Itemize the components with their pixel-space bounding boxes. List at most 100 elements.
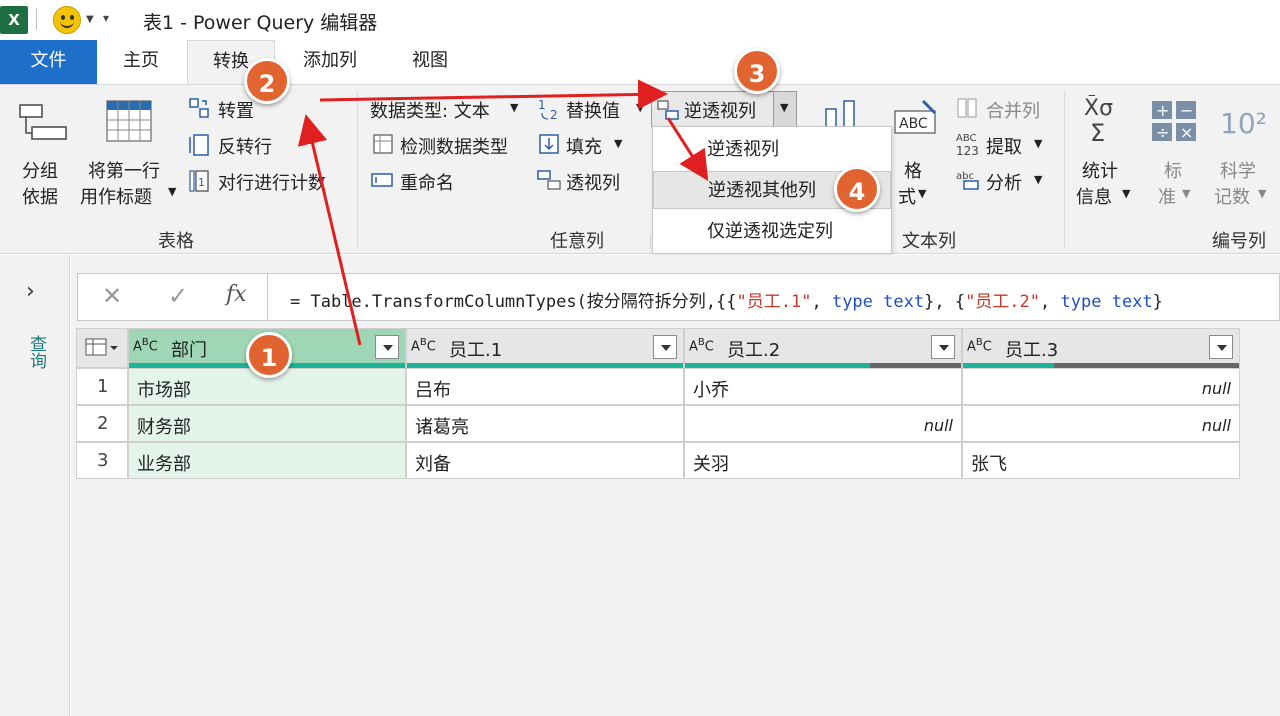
tab-file[interactable]: 文件 [0,40,97,84]
cell-value: 财务部 [137,417,191,438]
format-dropdown-icon[interactable]: ▼ [918,187,926,200]
transpose-button[interactable]: 转置 [218,97,254,123]
reverse-rows-button[interactable]: 反转行 [218,133,272,159]
scientific-button-line1[interactable]: 科学 [1220,157,1256,183]
formula-text[interactable]: = Table.TransformColumnTypes(按分隔符拆分列,{{"… [290,287,1163,312]
statistics-dropdown-icon[interactable]: ▼ [1122,187,1130,200]
cancel-icon[interactable]: ✕ [102,282,122,310]
table-cell[interactable]: 张飞 [962,442,1240,479]
menu-item-unpivot-columns[interactable]: 逆透视列 [653,131,891,169]
table-cell[interactable]: null [962,405,1240,442]
queries-pane-label[interactable]: 查询 [24,335,49,369]
tab-add-column[interactable]: 添加列 [280,40,380,84]
format-button-line1[interactable]: 格 [904,157,922,183]
svg-text:×: × [1180,123,1193,142]
parse-dropdown-icon[interactable]: ▼ [1034,173,1042,186]
window-title: 表1 - Power Query 编辑器 [143,12,378,34]
column-filter-dropdown[interactable] [931,335,955,359]
fill-dropdown-icon[interactable]: ▼ [614,137,622,150]
formula-bar: ✕ ✓ fx = Table.TransformColumnTypes(按分隔符… [77,273,1280,321]
first-row-dropdown-icon[interactable]: ▼ [168,185,176,198]
table-cell[interactable]: 业务部 [128,442,406,479]
unpivot-columns-button[interactable]: 逆透视列 [684,97,756,123]
table-cell[interactable]: null [962,368,1240,405]
smiley-feedback-icon[interactable] [53,6,81,34]
confirm-icon[interactable]: ✓ [168,282,188,310]
tab-home[interactable]: 主页 [97,40,185,84]
replace-values-icon: 1 2 [538,98,558,121]
svg-text:Σ: Σ [1090,119,1105,145]
table-cell[interactable]: null [684,405,962,442]
table-cell[interactable]: 关羽 [684,442,962,479]
statistics-button-line1[interactable]: 统计 [1082,157,1118,183]
column-header-label: 员工.2 [727,340,781,361]
title-bar: X ▼ ▾ 表1 - Power Query 编辑器 [0,0,1280,40]
replace-values-button[interactable]: 替换值 [566,97,620,123]
rename-button[interactable]: 重命名 [400,169,454,195]
data-type-dropdown[interactable]: 数据类型: 文本 [370,97,490,123]
merge-columns-button[interactable]: 合并列 [986,97,1040,123]
count-rows-button[interactable]: 对行进行计数 [218,169,326,195]
formula-segment [1101,292,1111,312]
column-header-label: 员工.1 [449,340,503,361]
row-number[interactable]: 3 [76,442,128,479]
row-number[interactable]: 2 [76,405,128,442]
formula-segment: = Table.TransformColumnTypes(按分隔符拆分列,{{ [290,292,737,312]
quick-access-customize-icon[interactable]: ▾ [103,11,109,25]
number-column-group-label: 编号列 [1212,231,1266,252]
column-header[interactable]: ABC 员工.3 [962,328,1240,368]
scientific-icon: 10² [1220,107,1267,140]
text-column-group-label: 文本列 [902,231,956,252]
text-type-icon[interactable]: ABC [689,337,714,354]
first-row-headers-line1[interactable]: 将第一行 [88,157,160,183]
row-number[interactable]: 1 [76,368,128,405]
extract-button[interactable]: 提取 [986,133,1022,159]
column-filter-dropdown[interactable] [653,335,677,359]
table-cell[interactable]: 吕布 [406,368,684,405]
column-filter-dropdown[interactable] [1209,335,1233,359]
chevron-down-icon: ▼ [780,101,789,114]
first-row-headers-line2[interactable]: 用作标题 [80,183,152,209]
unpivot-columns-dropdown[interactable]: ▼ [773,92,796,126]
column-header-label: 员工.3 [1005,340,1059,361]
detect-data-type-button[interactable]: 检测数据类型 [400,133,508,159]
table-cell[interactable]: 诸葛亮 [406,405,684,442]
standard-button-line2[interactable]: 准 [1158,183,1176,209]
text-type-icon[interactable]: ABC [133,337,158,354]
fx-icon[interactable]: fx [226,282,247,307]
null-value: null [1201,416,1231,435]
text-type-icon[interactable]: ABC [967,337,992,354]
scientific-dropdown-icon[interactable]: ▼ [1258,187,1266,200]
smiley-dropdown-icon[interactable]: ▼ [86,14,94,25]
standard-dropdown-icon[interactable]: ▼ [1182,187,1190,200]
standard-button-line1[interactable]: 标 [1164,157,1182,183]
tab-view[interactable]: 视图 [385,40,475,84]
replace-values-dropdown-icon[interactable]: ▼ [636,101,644,114]
column-header[interactable]: ABC 员工.2 [684,328,962,368]
table-cell[interactable]: 小乔 [684,368,962,405]
fill-button[interactable]: 填充 [566,133,602,159]
table-cell[interactable]: 财务部 [128,405,406,442]
column-header[interactable]: ABC 员工.1 [406,328,684,368]
formula-segment: "员工.1" [736,292,812,312]
menu-item-unpivot-selected-columns[interactable]: 仅逆透视选定列 [653,213,891,251]
table-cell[interactable]: 刘备 [406,442,684,479]
cell-value: 市场部 [137,380,191,401]
pivot-column-button[interactable]: 透视列 [566,169,620,195]
format-button-line2[interactable]: 式 [898,183,916,209]
scientific-button-line2[interactable]: 记数 [1214,183,1250,209]
parse-button[interactable]: 分析 [986,169,1022,195]
merge-columns-icon [957,98,977,118]
group-by-button-line1[interactable]: 分组 [22,157,58,183]
table-menu-button[interactable] [76,328,128,368]
data-type-dropdown-icon[interactable]: ▼ [510,101,518,114]
callout-badge-3: 3 [734,48,780,94]
statistics-button-line2[interactable]: 信息 [1076,183,1112,209]
expand-chevron-icon[interactable]: › [26,279,35,304]
text-type-icon[interactable]: ABC [411,337,436,354]
column-filter-dropdown[interactable] [375,335,399,359]
extract-dropdown-icon[interactable]: ▼ [1034,137,1042,150]
group-by-button-line2[interactable]: 依据 [22,183,58,209]
row-number-label: 1 [97,376,109,397]
formula-segment: text [1111,292,1153,312]
